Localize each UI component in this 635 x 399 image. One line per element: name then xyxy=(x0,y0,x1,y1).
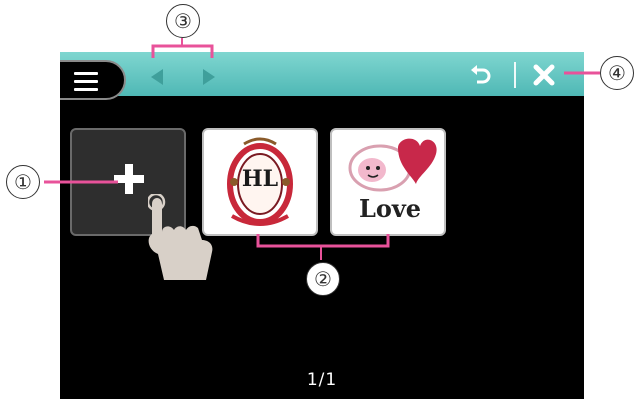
menu-button[interactable] xyxy=(60,60,126,100)
callout-1: ① xyxy=(6,165,40,199)
design-tile-monogram[interactable]: HL xyxy=(202,128,318,236)
heart-character-image xyxy=(348,138,437,192)
callout-3: ③ xyxy=(166,4,200,38)
hamburger-menu-icon xyxy=(74,72,98,91)
callout-4: ④ xyxy=(600,56,634,90)
callout-2: ② xyxy=(306,262,340,296)
plus-icon xyxy=(114,164,144,194)
arrow-left-icon xyxy=(151,69,163,85)
monogram-text: HL xyxy=(241,166,279,192)
close-button[interactable] xyxy=(530,61,558,89)
undo-icon xyxy=(471,65,491,84)
top-toolbar xyxy=(60,52,584,100)
undo-button[interactable] xyxy=(468,62,494,88)
pointing-hand-icon xyxy=(148,194,213,280)
arrow-right-icon xyxy=(203,69,215,85)
device-screen: HL Love 1/1 xyxy=(60,52,584,399)
page-indicator: 1/1 xyxy=(306,370,338,390)
close-x-icon xyxy=(533,64,555,86)
design-tile-love[interactable]: Love xyxy=(330,128,446,236)
love-text: Love xyxy=(358,194,422,223)
prev-page-button[interactable] xyxy=(140,60,174,94)
next-page-button[interactable] xyxy=(192,60,226,94)
toolbar-divider xyxy=(514,62,516,88)
